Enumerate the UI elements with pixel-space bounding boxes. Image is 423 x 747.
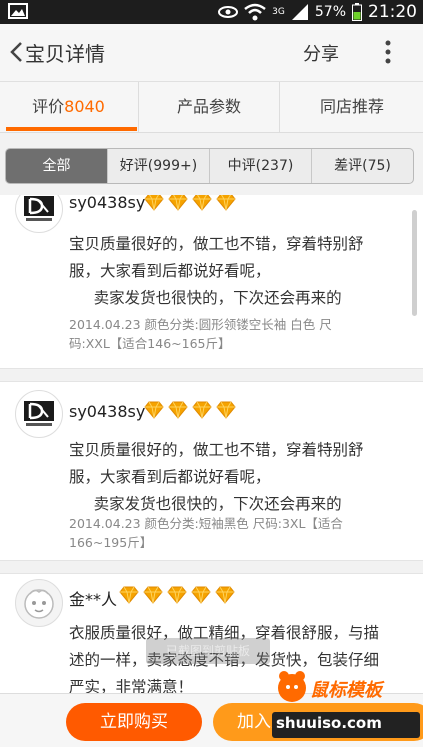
eye-icon (218, 6, 239, 18)
clock: 21:20 (368, 2, 417, 22)
filter-bar: 全部 好评(999+) 中评(237) 差评(75) (0, 133, 423, 195)
filter-bad[interactable]: 差评(75) (311, 149, 413, 183)
review-list[interactable]: sy0438sy 宝贝质量很好的，做工也不错，穿着特别舒服，大家看到后都说好看呢… (0, 195, 423, 693)
review-item: sy0438sy 宝贝质量很好的，做工也不错，穿着特别舒服，大家看到后都说好看呢… (0, 195, 423, 368)
battery-percent: 57% (314, 4, 346, 20)
review-username: sy0438sy (69, 402, 146, 421)
screenshot-toast: 已截图到剪贴板 (146, 638, 270, 664)
title-bar: 宝贝详情 分享 (0, 24, 423, 82)
review-meta: 2014.04.23 颜色分类:圆形领镂空长袖 白色 尺码:XXL【适合146~… (69, 317, 332, 351)
tab-reviews-count: 8040 (64, 97, 105, 116)
share-button[interactable]: 分享 (303, 40, 339, 66)
default-avatar-icon (24, 589, 54, 619)
heart-gem-icon (168, 401, 188, 419)
wifi-icon (244, 3, 266, 21)
review-content: 宝贝质量很好的，做工也不错，穿着特别舒服，大家看到后都说好看呢， 卖家发货也很快… (69, 235, 364, 307)
image-icon (8, 3, 28, 19)
review-hearts (143, 195, 237, 211)
avatar[interactable] (15, 195, 63, 233)
heart-gem-icon (216, 401, 236, 419)
heart-gem-icon (216, 195, 236, 211)
heart-gem-icon (143, 586, 163, 604)
network-type: 3G (272, 7, 285, 17)
review-item: sy0438sy 宝贝质量很好的，做工也不错，穿着特别舒服，大家看到后都说好看呢… (0, 382, 423, 562)
heart-gem-icon (119, 586, 139, 604)
scrollbar[interactable] (412, 210, 417, 316)
watermark-url: shuuiso.com (276, 714, 382, 732)
tab-bar: 评价8040 产品参数 同店推荐 (0, 82, 423, 133)
review-divider (0, 560, 423, 574)
heart-gem-icon (144, 401, 164, 419)
filter-medium[interactable]: 中评(237) (209, 149, 311, 183)
active-tab-indicator (6, 127, 137, 131)
review-divider (0, 368, 423, 382)
store-logo-icon (24, 196, 54, 221)
page-title: 宝贝详情 (25, 42, 105, 66)
heart-gem-icon (215, 586, 235, 604)
heart-gem-icon (168, 195, 188, 211)
heart-gem-icon (192, 401, 212, 419)
battery-icon (352, 3, 362, 21)
avatar[interactable] (15, 390, 63, 438)
filter-good[interactable]: 好评(999+) (107, 149, 209, 183)
signal-icon (291, 4, 308, 20)
review-username: 金**人 (69, 590, 118, 609)
heart-gem-icon (192, 195, 212, 211)
tab-store-recommend[interactable]: 同店推荐 (279, 82, 423, 132)
status-icons: 3G 57% 21:20 (218, 0, 417, 24)
review-hearts (143, 401, 237, 419)
review-content: 宝贝质量很好的，做工也不错，穿着特别舒服，大家看到后都说好看呢， 卖家发货也很快… (69, 441, 364, 513)
more-vertical-icon[interactable] (381, 38, 395, 66)
review-username: sy0438sy (69, 195, 146, 212)
tab-product-params[interactable]: 产品参数 (138, 82, 279, 132)
avatar[interactable] (15, 579, 63, 627)
review-filter: 全部 好评(999+) 中评(237) 差评(75) (5, 148, 414, 184)
heart-gem-icon (144, 195, 164, 211)
review-meta: 2014.04.23 颜色分类:短袖黑色 尺码:3XL【适合166~195斤】 (69, 516, 343, 550)
watermark-logo-text: 鼠标模板 (310, 680, 382, 701)
store-logo-icon (24, 401, 54, 426)
filter-all[interactable]: 全部 (6, 149, 107, 183)
review-hearts (118, 586, 236, 604)
buy-now-button[interactable]: 立即购买 (66, 703, 202, 741)
back-arrow-icon[interactable] (8, 41, 26, 63)
status-bar: 3G 57% 21:20 (0, 0, 423, 24)
heart-gem-icon (191, 586, 211, 604)
heart-gem-icon (167, 586, 187, 604)
tab-reviews[interactable]: 评价8040 (0, 82, 137, 132)
tab-reviews-label: 评价 (32, 97, 65, 116)
